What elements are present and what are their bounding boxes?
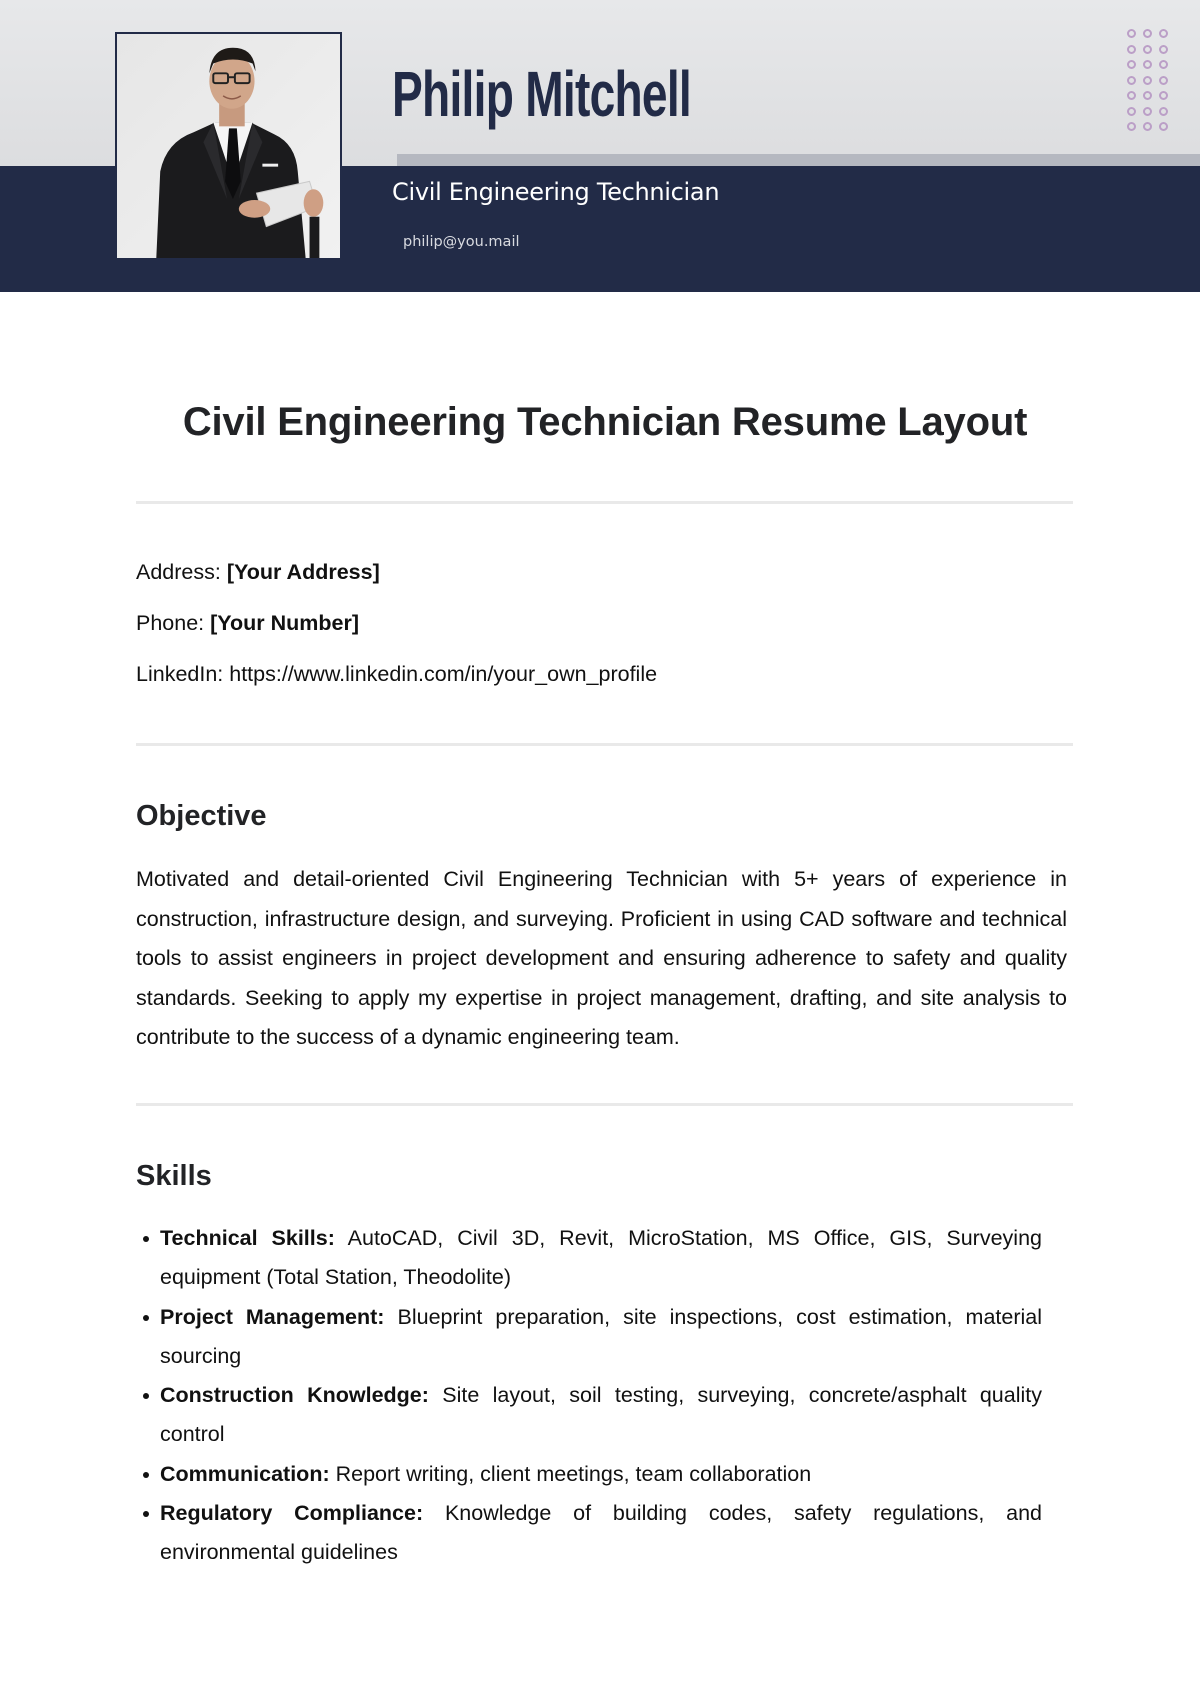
- ring-dot-icon: [1159, 44, 1168, 54]
- ring-dot-icon: [1143, 44, 1152, 54]
- objective-paragraph: Motivated and detail-oriented Civil Engi…: [136, 867, 1067, 1049]
- contact-linkedin: LinkedIn: https://www.linkedin.com/in/yo…: [136, 662, 657, 687]
- ring-dot-icon: [1127, 60, 1136, 69]
- address-value: [Your Address]: [226, 560, 380, 584]
- ring-dot-icon: [1143, 75, 1152, 85]
- bullet-icon: [143, 1511, 149, 1518]
- ring-dot-icon: [1143, 29, 1152, 38]
- skill-label: Project Management:: [160, 1304, 385, 1329]
- section-divider: [136, 501, 1073, 504]
- skill-item: Communication: Report writing, client me…: [136, 1455, 1042, 1494]
- candidate-name: Philip Mitchell: [392, 58, 692, 130]
- bullet-icon: [143, 1471, 149, 1478]
- ring-dot-icon: [1159, 75, 1168, 85]
- linkedin-url[interactable]: https://www.linkedin.com/in/your_own_pro…: [229, 662, 657, 686]
- candidate-email[interactable]: philip@you.mail: [403, 234, 520, 250]
- skill-text: Report writing, client meetings, team co…: [335, 1461, 812, 1486]
- skill-item: Construction Knowledge: Site layout, soi…: [136, 1376, 1042, 1455]
- candidate-job-title: Civil Engineering Technician: [392, 178, 720, 206]
- ring-dot-icon: [1127, 29, 1136, 38]
- skill-label: Communication:: [160, 1461, 330, 1486]
- ring-dot-icon: [1127, 44, 1136, 54]
- skill-item: Regulatory Compliance: Knowledge of buil…: [136, 1494, 1042, 1573]
- phone-label: Phone:: [136, 611, 205, 635]
- section-divider: [136, 1103, 1073, 1106]
- profile-photo: [115, 32, 342, 260]
- ring-dot-icon: [1159, 122, 1168, 131]
- skill-item: Technical Skills: AutoCAD, Civil 3D, Rev…: [136, 1219, 1042, 1298]
- contact-address: Address: [Your Address]: [136, 560, 380, 585]
- ring-dot-icon: [1159, 106, 1168, 116]
- objective-heading: Objective: [136, 800, 267, 832]
- ring-dot-icon: [1159, 29, 1168, 38]
- address-label: Address:: [136, 560, 221, 584]
- person-portrait-icon: [117, 34, 340, 258]
- ring-dot-icon: [1127, 106, 1136, 116]
- contact-phone: Phone: [Your Number]: [136, 611, 359, 636]
- header-accent-bar: [397, 154, 1200, 166]
- skills-heading: Skills: [136, 1160, 212, 1192]
- resume-header: Philip Mitchell Civil Engineering Techni…: [0, 0, 1200, 292]
- skill-item: Project Management: Blueprint preparatio…: [136, 1298, 1042, 1377]
- section-divider: [136, 743, 1073, 746]
- ring-dot-icon: [1127, 75, 1136, 85]
- ring-dot-icon: [1159, 91, 1168, 100]
- bullet-icon: [143, 1236, 149, 1242]
- linkedin-label: LinkedIn:: [136, 662, 224, 686]
- phone-value: [Your Number]: [210, 611, 360, 635]
- ring-dot-icon: [1127, 91, 1136, 100]
- ring-dot-icon: [1143, 91, 1152, 100]
- ring-dot-icon: [1143, 122, 1152, 131]
- bullet-icon: [143, 1314, 149, 1321]
- bullet-icon: [143, 1393, 149, 1400]
- skill-label: Construction Knowledge:: [160, 1383, 429, 1408]
- ring-dot-icon: [1143, 60, 1152, 69]
- skill-label: Regulatory Compliance:: [160, 1501, 424, 1526]
- skill-label: Technical Skills:: [160, 1226, 335, 1250]
- document-title: Civil Engineering Technician Resume Layo…: [182, 400, 1028, 444]
- ring-dot-icon: [1143, 106, 1152, 116]
- skills-list: Technical Skills: AutoCAD, Civil 3D, Rev…: [136, 1219, 1042, 1573]
- ring-dot-icon: [1127, 122, 1136, 131]
- ring-dot-icon: [1159, 60, 1168, 69]
- dot-grid-pattern-icon: [1127, 26, 1177, 132]
